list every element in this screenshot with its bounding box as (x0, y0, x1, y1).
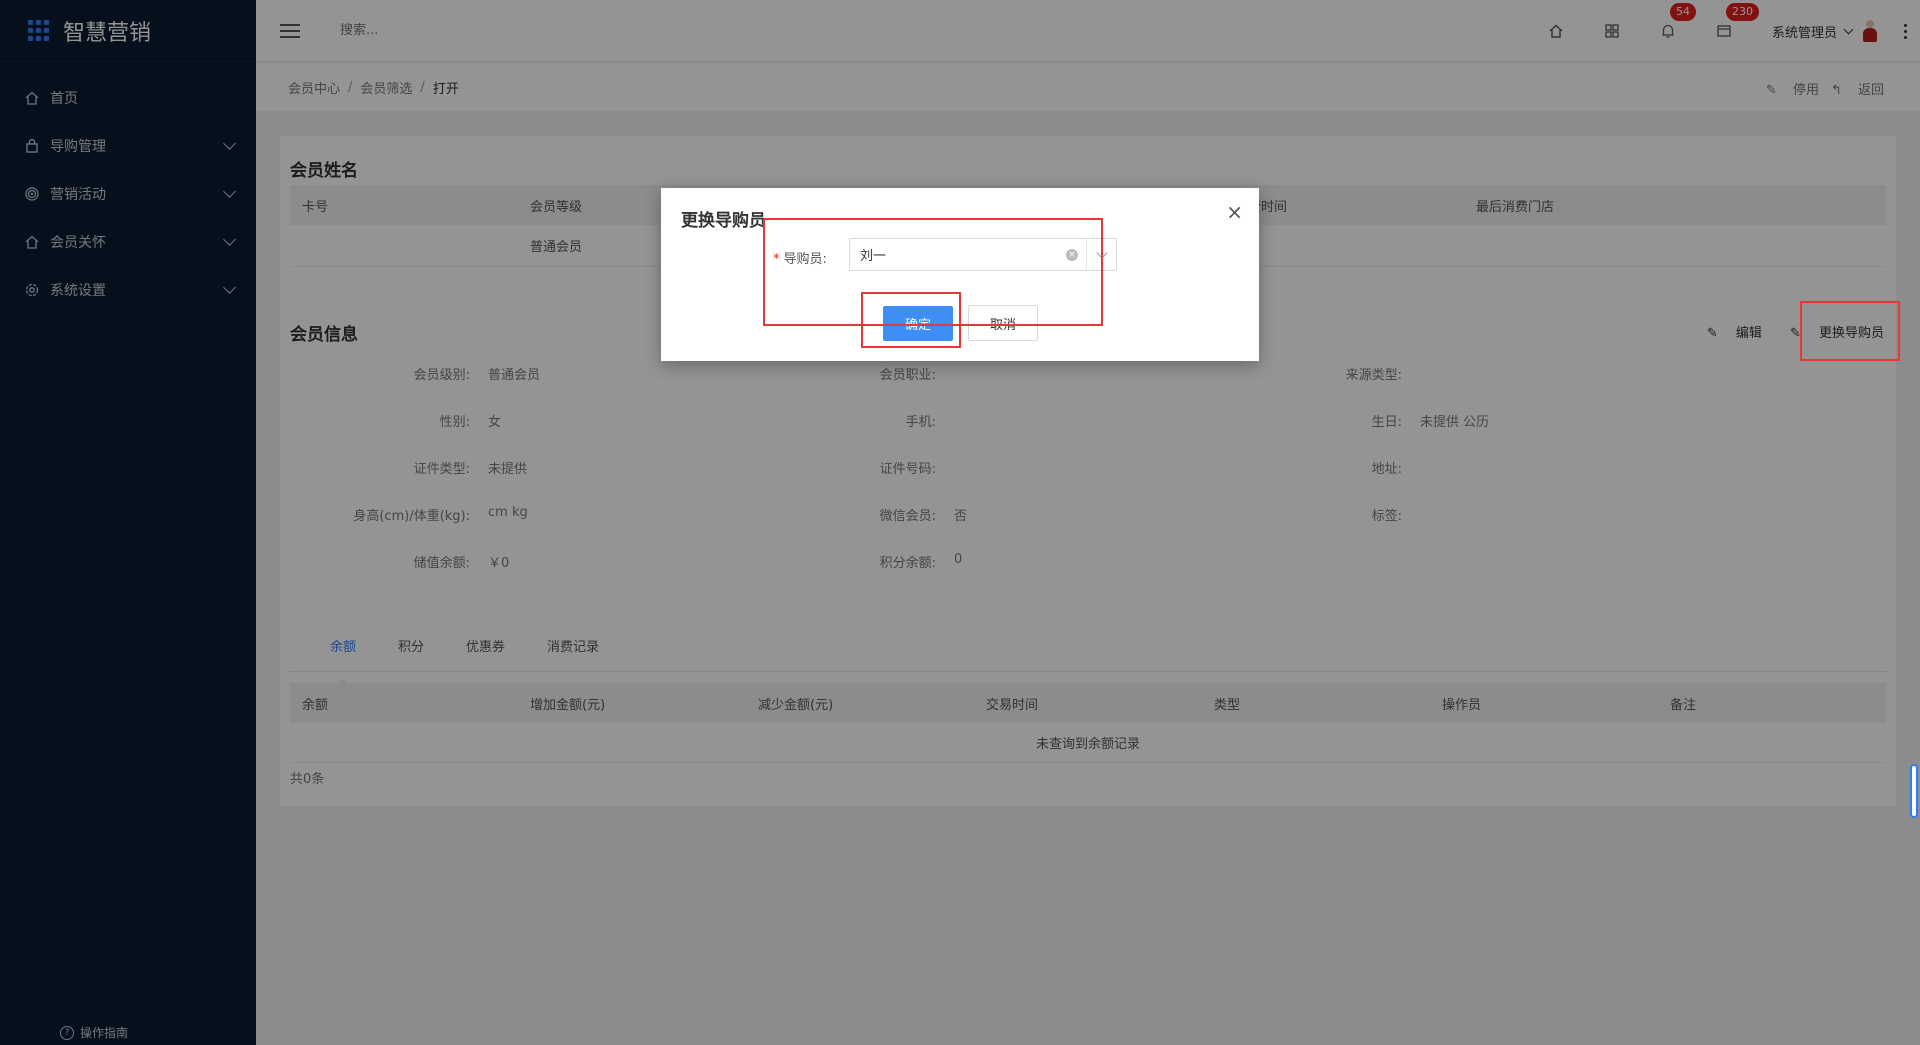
modal-backdrop[interactable] (0, 0, 1920, 1045)
highlight-box (1800, 301, 1900, 361)
scrollbar-thumb[interactable] (1910, 764, 1918, 818)
dialog-title: 更换导购员 (681, 211, 766, 231)
highlight-box (861, 292, 961, 348)
change-guide-dialog: 更换导购员 × * 导购员: 刘一 × 确定 取消 (661, 188, 1259, 361)
close-icon[interactable]: × (1226, 200, 1243, 224)
